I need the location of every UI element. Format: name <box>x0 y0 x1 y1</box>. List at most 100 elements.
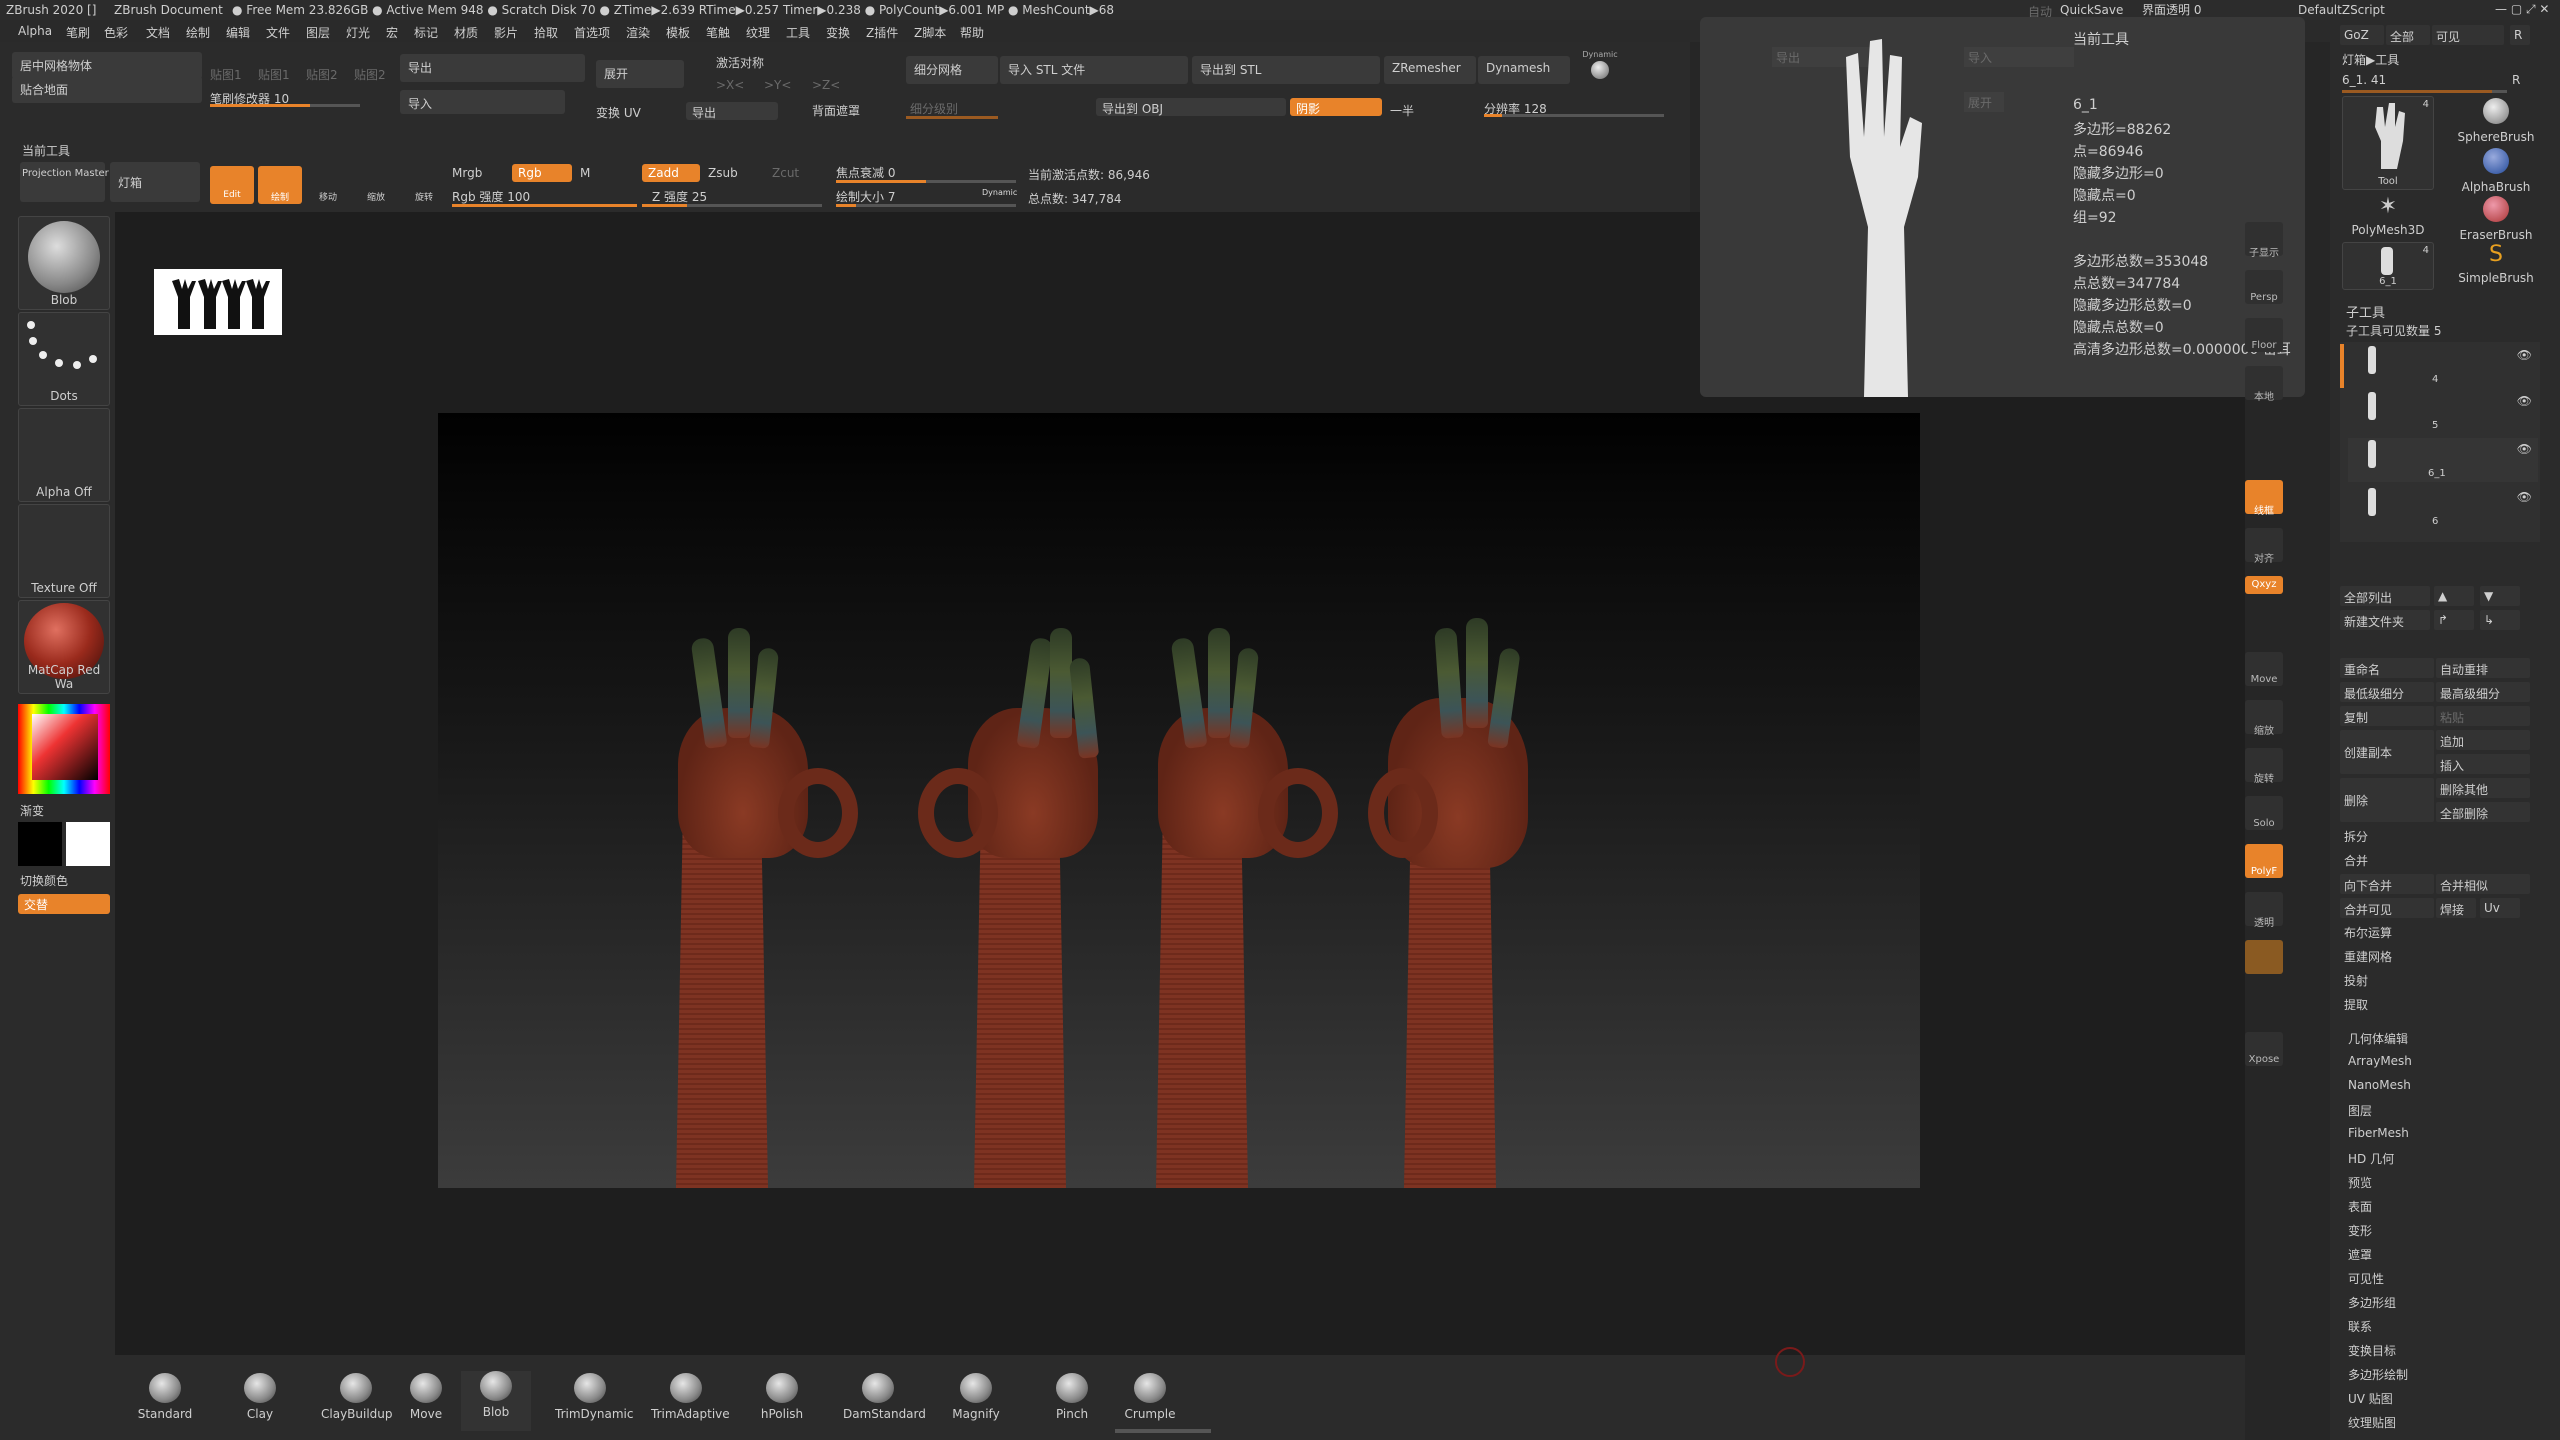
align-icon[interactable]: 对齐 <box>2245 528 2283 565</box>
tool-thumb-simple[interactable]: S SimpleBrush <box>2440 242 2552 290</box>
persp-icon[interactable]: Persp <box>2245 270 2283 304</box>
m-button[interactable]: M <box>580 166 590 180</box>
subtool-row[interactable]: 6 👁 <box>2348 486 2538 530</box>
r-button[interactable]: R <box>2510 25 2530 45</box>
brush-blob[interactable]: Blob <box>461 1371 531 1431</box>
edit-mode-button[interactable]: Edit <box>210 166 254 204</box>
menu-picker[interactable]: 拾取 <box>534 24 558 41</box>
move-down-icon[interactable]: ↳ <box>2480 610 2520 630</box>
draw-size-track[interactable] <box>836 204 1016 207</box>
map-2[interactable]: 贴图2 <box>306 66 338 83</box>
section-surface[interactable]: 表面 <box>2348 1198 2372 1215</box>
color-picker[interactable] <box>18 704 110 794</box>
section-deformation[interactable]: 变形 <box>2348 1222 2372 1239</box>
switch-color-button[interactable]: 切换颜色 <box>20 872 68 889</box>
zcut-button[interactable]: Zcut <box>772 166 799 180</box>
brush-claybuildup[interactable]: ClayBuildup <box>321 1373 393 1421</box>
auto-reorder-button[interactable]: 自动重排 <box>2436 658 2530 678</box>
stroke-thumbnail[interactable]: Dots <box>18 312 110 406</box>
transparency-slider[interactable]: 界面透明 0 <box>2142 1 2201 18</box>
move-mode-button[interactable]: 移动 <box>306 166 350 204</box>
brush-modifier-track[interactable] <box>210 104 360 107</box>
color-square[interactable] <box>32 714 98 780</box>
brush-crumple[interactable]: Crumple <box>1115 1373 1185 1421</box>
floor-icon[interactable]: Floor <box>2245 318 2283 352</box>
brush-magnify[interactable]: Magnify <box>941 1373 1011 1421</box>
activate-symmetry[interactable]: 激活对称 <box>716 54 764 71</box>
delete-button[interactable]: 删除 <box>2340 778 2434 822</box>
map-1b[interactable]: 贴图1 <box>258 66 290 83</box>
brush-thumbnail[interactable]: Blob <box>18 216 110 310</box>
half-button[interactable]: 一半 <box>1390 102 1414 119</box>
menu-help[interactable]: 帮助 <box>960 24 984 41</box>
default-zscript[interactable]: DefaultZScript <box>2298 3 2385 17</box>
merge-menu[interactable]: 合并 <box>2344 852 2368 869</box>
move-view-icon[interactable]: Move <box>2245 652 2283 686</box>
polyf-icon[interactable]: PolyF <box>2245 844 2283 878</box>
unfold-button[interactable]: 展开 <box>596 60 684 88</box>
brush-pinch[interactable]: Pinch <box>1037 1373 1107 1421</box>
subtool-header[interactable]: 子工具 <box>2346 302 2385 321</box>
eye-icon[interactable]: 👁 <box>2517 490 2532 504</box>
center-mesh-button[interactable]: 居中网格物体 <box>12 52 202 79</box>
alpha-thumbnail[interactable]: Alpha Off <box>18 408 110 502</box>
alternate-button[interactable]: 交替 <box>18 894 110 914</box>
shelf-scroll-handle[interactable] <box>1115 1429 1211 1433</box>
subdiv-level-track[interactable] <box>906 116 998 119</box>
tool-thumb-polymesh[interactable]: ✶ PolyMesh3D <box>2338 194 2438 242</box>
r-toggle[interactable]: R <box>2512 73 2520 87</box>
subdivide-button[interactable]: 细分网格 <box>906 56 998 84</box>
menu-zscript[interactable]: Z脚本 <box>914 24 946 41</box>
menu-edit[interactable]: 编辑 <box>226 24 250 41</box>
section-preview[interactable]: 预览 <box>2348 1174 2372 1191</box>
main-color-swatch[interactable] <box>66 822 110 866</box>
focal-shift-slider[interactable]: 焦点衰减 0 <box>836 164 895 181</box>
section-texture-map[interactable]: 纹理贴图 <box>2348 1414 2396 1431</box>
section-polypaint[interactable]: 多边形绘制 <box>2348 1366 2408 1383</box>
secondary-color-swatch[interactable] <box>18 822 62 866</box>
material-thumbnail[interactable]: MatCap Red Wa <box>18 600 110 694</box>
zoom-view-icon[interactable]: 缩放 <box>2245 700 2283 737</box>
menu-layer[interactable]: 图层 <box>306 24 330 41</box>
dynamic-size-toggle[interactable]: Dynamic <box>982 188 1017 197</box>
menu-tool[interactable]: 工具 <box>786 24 810 41</box>
section-layers[interactable]: 图层 <box>2348 1102 2372 1119</box>
import-stl-button[interactable]: 导入 STL 文件 <box>1000 56 1188 84</box>
move-up-icon[interactable]: ↱ <box>2434 610 2474 630</box>
fit-ground-button[interactable]: 贴合地面 <box>12 76 202 103</box>
draw-size-slider[interactable]: 绘制大小 7 <box>836 188 895 205</box>
shadow-button[interactable]: 阴影 <box>1290 98 1382 116</box>
menu-texture[interactable]: 纹理 <box>746 24 770 41</box>
tool-thumb-sphere[interactable]: SphereBrush <box>2440 96 2552 144</box>
lowest-subdiv-button[interactable]: 最低级细分 <box>2340 682 2434 702</box>
document-canvas[interactable] <box>438 413 1920 1188</box>
goz-button[interactable]: GoZ <box>2340 25 2384 45</box>
frame-icon[interactable]: 线框 <box>2245 480 2283 517</box>
subdiv-level-slider[interactable]: 细分级别 <box>910 100 958 117</box>
section-hd-geometry[interactable]: HD 几何 <box>2348 1150 2394 1167</box>
section-geometry[interactable]: 几何体编辑 <box>2348 1030 2408 1047</box>
focal-shift-track[interactable] <box>836 180 1016 183</box>
export-stl-button[interactable]: 导出到 STL <box>1192 56 1380 84</box>
uv-button[interactable]: Uv <box>2480 898 2520 918</box>
extract-menu[interactable]: 提取 <box>2344 996 2368 1013</box>
export-obj-button[interactable]: 导出到 OBJ <box>1096 98 1286 116</box>
gradient-label[interactable]: 渐变 <box>20 802 44 819</box>
tool-thumb-eraser[interactable]: EraserBrush <box>2440 194 2552 242</box>
menu-brush[interactable]: 笔刷 <box>66 24 90 41</box>
paste-button[interactable]: 粘贴 <box>2436 706 2530 726</box>
reference-image[interactable] <box>154 269 282 335</box>
rename-button[interactable]: 重命名 <box>2340 658 2434 678</box>
sym-y[interactable]: >Y< <box>764 78 791 92</box>
xpose-icon[interactable]: Xpose <box>2245 1032 2283 1066</box>
rotate-view-icon[interactable]: 旋转 <box>2245 748 2283 785</box>
menu-transform[interactable]: 变换 <box>826 24 850 41</box>
hand-model-3[interactable] <box>1156 628 1338 1188</box>
menu-file[interactable]: 文件 <box>266 24 290 41</box>
export-uv-button[interactable]: 导出 <box>686 102 778 120</box>
section-contact[interactable]: 联系 <box>2348 1318 2372 1335</box>
merge-down-button[interactable]: 向下合并 <box>2340 874 2434 894</box>
zadd-button[interactable]: Zadd <box>642 164 700 182</box>
subtool-row[interactable]: 6_1 👁 <box>2348 438 2538 482</box>
subtool-display-icon[interactable]: 子显示 <box>2245 222 2283 259</box>
